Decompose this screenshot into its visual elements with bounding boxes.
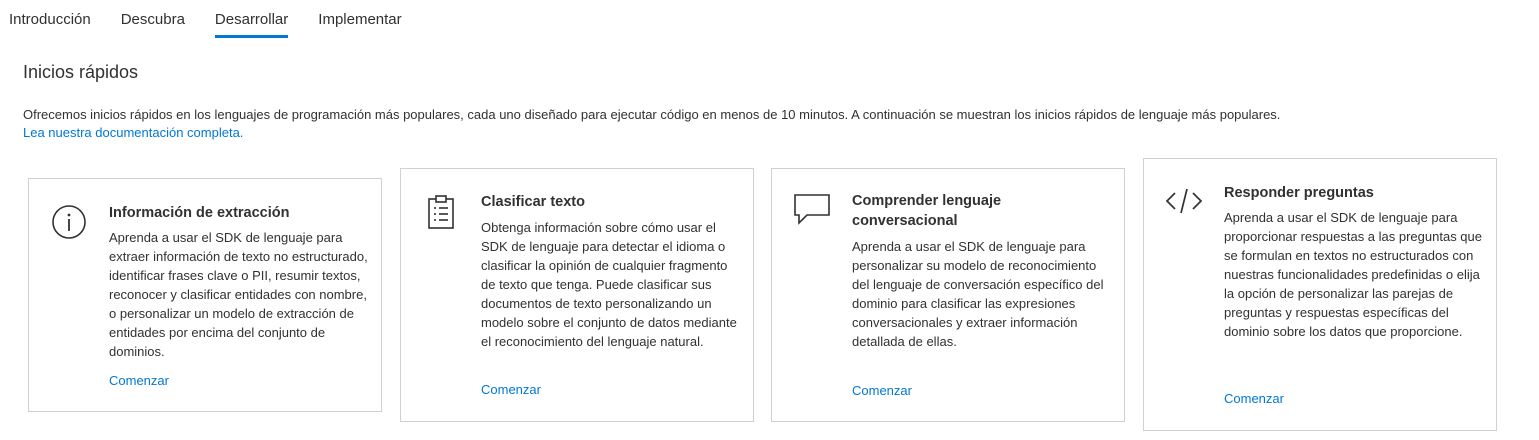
card-description: Aprenda a usar el SDK de lenguaje para p… xyxy=(852,239,1104,349)
quickstart-card-preguntas: Responder preguntas Aprenda a usar el SD… xyxy=(1143,158,1497,431)
comenzar-link[interactable]: Comenzar xyxy=(109,372,169,390)
documentation-link[interactable]: Lea nuestra documentación completa. xyxy=(23,124,243,142)
card-title: Información de extracción xyxy=(109,205,290,221)
section-title: Inicios rápidos xyxy=(23,62,139,82)
quickstart-card-conversacional: Comprender lenguaje conversacional Apren… xyxy=(771,168,1125,422)
comenzar-link[interactable]: Comenzar xyxy=(481,381,541,399)
info-circle-icon xyxy=(49,202,89,242)
tab-descubra[interactable]: Descubra xyxy=(121,0,185,40)
card-description: Obtenga información sobre cómo usar el S… xyxy=(481,220,737,349)
quickstart-card-clasificar: Clasificar texto Obtenga información sob… xyxy=(400,168,754,422)
card-title: Comprender lenguaje conversacional xyxy=(852,193,1002,229)
card-description: Aprenda a usar el SDK de lenguaje para p… xyxy=(1224,210,1482,339)
quickstart-card-extraccion: Información de extracción Aprenda a usar… xyxy=(28,178,382,412)
tab-desarrollar[interactable]: Desarrollar xyxy=(214,0,289,40)
comenzar-link[interactable]: Comenzar xyxy=(1224,390,1284,408)
chat-bubble-icon xyxy=(792,189,832,229)
card-description: Aprenda a usar el SDK de lenguaje para e… xyxy=(109,230,368,359)
tab-implementar[interactable]: Implementar xyxy=(318,0,401,40)
card-title: Responder preguntas xyxy=(1224,185,1374,201)
tab-introduccion[interactable]: Introducción xyxy=(9,0,91,40)
card-title: Clasificar texto xyxy=(481,194,585,210)
tab-bar: Introducción Descubra Desarrollar Implem… xyxy=(9,0,432,40)
section-description: Ofrecemos inicios rápidos en los lenguaj… xyxy=(23,107,1281,122)
comenzar-link[interactable]: Comenzar xyxy=(852,382,912,400)
code-icon xyxy=(1164,181,1204,221)
clipboard-list-icon xyxy=(421,192,461,232)
